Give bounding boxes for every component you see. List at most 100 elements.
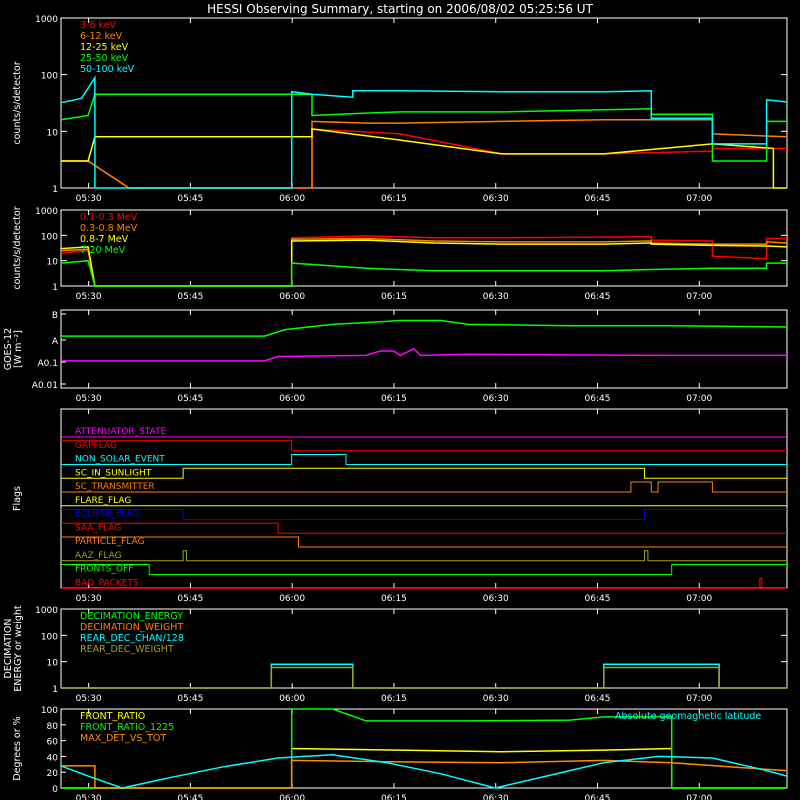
y-tick-label: 1000 [35, 606, 58, 616]
panel-decimation: 05:30 05:45 06:00 06:15 06:30 06:45 07:00 1 10 10… [3, 605, 788, 704]
x-tick-label: 06:00 [279, 394, 305, 404]
y-tick-label: B [52, 311, 58, 321]
x-tick-label: 07:00 [686, 194, 712, 204]
x-tick-label: 05:45 [177, 194, 203, 204]
x-tick-label: 05:30 [76, 594, 102, 604]
panel-frame [60, 209, 788, 287]
legend-entry: 6-12 keV [80, 31, 123, 42]
panels: 05:30 05:45 06:00 06:15 06:30 06:45 07:0011010… [3, 15, 788, 800]
x-tick-label: 06:15 [381, 292, 407, 302]
x-tick-label: 06:30 [483, 292, 509, 302]
x-tick-label: 07:00 [686, 594, 712, 604]
x-tick-label: 07:00 [686, 694, 712, 704]
annotation-label: Absolute geomagnetic latitude [615, 711, 761, 722]
y-tick-label: 100 [41, 232, 58, 242]
flag-series-line [61, 577, 787, 589]
legend-entry: REAR_DEC_CHAN/128 [80, 633, 184, 644]
series-line [60, 239, 788, 287]
x-tick-label: 06:15 [381, 594, 407, 604]
flag-label: FRONTS_OFF [75, 565, 133, 575]
flag-series-line [61, 467, 787, 479]
x-tick-label: 05:45 [177, 794, 203, 800]
legend-entry: 0.1-0.3 MeV [80, 212, 138, 223]
x-tick-label: 06:45 [585, 594, 611, 604]
flag-series-line [61, 509, 787, 520]
series-line [60, 754, 788, 789]
y-axis-label: Degrees or % [12, 716, 23, 780]
series-line [61, 666, 787, 689]
flag-label: ECLIPSE_FLAG [75, 510, 139, 520]
panel-goes: 05:30 05:45 06:00 06:15 06:30 06:45 07:00 A0.01… [3, 309, 788, 404]
x-tick-label: 05:30 [76, 194, 102, 204]
y-axis-label: [W m⁻²] [13, 330, 24, 368]
flag-series-line [61, 454, 787, 465]
x-tick-label: 06:00 [279, 292, 305, 302]
flag-series-line [61, 536, 787, 548]
x-tick-label: 05:30 [76, 694, 102, 704]
x-tick-label: 05:30 [76, 394, 102, 404]
panel-gamma: 05:30 05:45 06:00 06:15 06:30 06:45 07:00 1 10 10… [12, 206, 788, 302]
y-tick-label: 100 [41, 706, 58, 716]
y-axis-label: ENERGY or weight [13, 605, 24, 691]
y-axis-label: counts/s/detector [12, 61, 23, 144]
x-tick-label: 06:30 [483, 794, 509, 800]
panel-ratios: 05:30 05:45 06:00 06:15 06:30 06:45 07:00 0 20 40… [12, 706, 788, 800]
panel-frame [60, 309, 788, 389]
x-tick-label: 06:30 [483, 694, 509, 704]
legend-entry: 25-50 keV [80, 53, 129, 64]
flag-series-line [61, 564, 787, 575]
y-tick-label: 80 [47, 722, 59, 732]
x-tick-label: 06:30 [483, 194, 509, 204]
x-tick-label: 06:15 [381, 194, 407, 204]
series-line [60, 259, 787, 287]
legend-entry: 0.3-0.8 MeV [80, 223, 138, 234]
x-tick-label: 06:00 [279, 794, 305, 800]
x-tick-label: 05:45 [177, 694, 203, 704]
y-axis-label: counts/s/detector [12, 206, 23, 289]
legend-entry: 7-20 MeV [80, 245, 126, 256]
flag-label: SC_TRANSMITTER [75, 482, 155, 492]
y-tick-label: 1 [52, 685, 58, 695]
legend-entry: 0.8-7 MeV [80, 234, 129, 245]
x-tick-label: 05:45 [177, 394, 203, 404]
series-line [60, 237, 788, 287]
series-line [61, 319, 788, 337]
y-tick-label: 20 [47, 769, 59, 779]
x-tick-label: 06:00 [279, 594, 305, 604]
flag-label: SAA_FLAG [75, 523, 121, 533]
y-tick-label: A0.01 [32, 381, 58, 391]
flag-label: SC_IN_SUNLIGHT [75, 468, 152, 478]
flag-series-line [61, 440, 787, 452]
y-tick-label: 0 [52, 785, 58, 795]
panel-frame [60, 17, 788, 189]
y-tick-label: 40 [47, 753, 59, 763]
y-tick-label: 1 [52, 185, 58, 195]
y-tick-label: 10 [47, 659, 59, 669]
x-tick-label: 06:30 [483, 394, 509, 404]
observing-summary-figure: HESSI Observing Summary, starting on 200… [3, 2, 788, 800]
series-line [61, 747, 787, 789]
series-line [61, 119, 788, 189]
legend-entry: 12-25 keV [80, 42, 129, 53]
flag-label: PARTICLE_FLAG [75, 537, 145, 547]
legend-entry: 3-6 keV [80, 20, 117, 31]
figure-title: HESSI Observing Summary, starting on 200… [207, 2, 593, 16]
x-tick-label: 06:30 [483, 594, 509, 604]
flag-label: GAPFLAG [75, 441, 117, 451]
x-tick-label: 05:30 [76, 794, 102, 800]
y-tick-label: 10 [47, 258, 59, 268]
x-tick-label: 05:45 [177, 292, 203, 302]
flag-series-line [61, 522, 787, 534]
legend-entry: FRONT_RATIO [80, 711, 145, 722]
x-tick-label: 07:00 [686, 292, 712, 302]
x-tick-label: 06:00 [279, 194, 305, 204]
x-tick-label: 06:00 [279, 694, 305, 704]
flag-label: FLARE_FLAG [75, 496, 131, 506]
flag-label: ATTENUATOR_STATE [75, 427, 167, 437]
y-tick-label: 10 [47, 128, 59, 138]
y-tick-label: 100 [41, 72, 58, 82]
y-axis-label: Flags [12, 486, 23, 511]
series-line [60, 93, 787, 162]
x-tick-label: 06:45 [585, 794, 611, 800]
x-tick-label: 07:00 [686, 394, 712, 404]
